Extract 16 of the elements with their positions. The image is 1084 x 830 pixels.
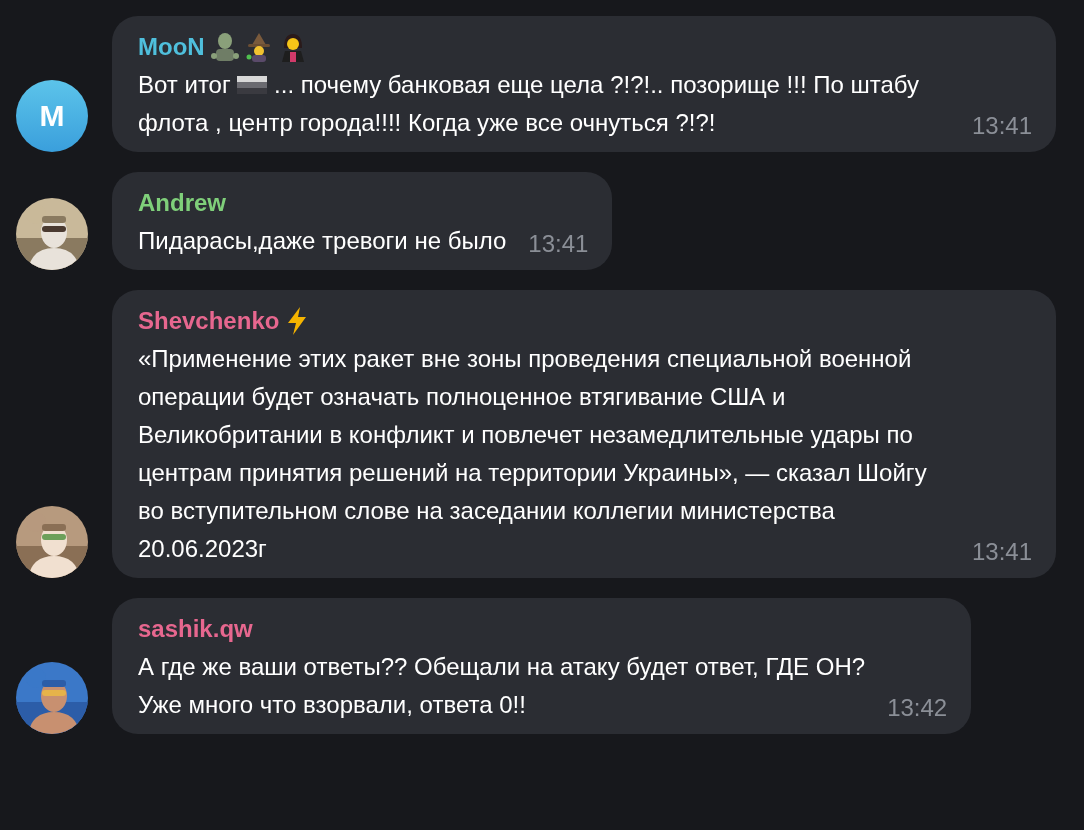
avatar[interactable]: M	[16, 80, 88, 152]
message-text: Пидарасы,даже тревоги не было	[138, 226, 507, 256]
flag-icon	[237, 75, 268, 95]
message-text: Вот итог ... почему банковая еще цела ?!?!.. позорище !!! По штабу флота , центр города!!!! Когда уже все очнуться ?!?!	[138, 70, 921, 138]
sender-name[interactable]: MooN	[138, 33, 205, 61]
message-time: 13:42	[887, 693, 948, 723]
message-time: 13:41	[971, 537, 1032, 567]
message-text: А где же ваши ответы?? Обещали на атаку будет ответ, ГДЕ ОН? Уже много что взорвали, ответа 0!!	[138, 652, 866, 720]
sender-name[interactable]: Andrew	[138, 189, 226, 217]
wizard-figure-icon	[244, 32, 273, 62]
message-text: «Применение этих ракет вне зоны проведения специальной военной операции будет означать полноценное втягивание США и Великобритании в конфликт и повлечет незамедлительные удары по центрам принятия решений на территории Украины», — сказал Шойгу во вступительном слове на заседании коллегии министерства 20.06.2023г	[138, 344, 928, 564]
message-time: 13:41	[528, 229, 589, 259]
sender-name[interactable]: Shevchenko	[138, 307, 280, 335]
sender-name[interactable]: sashik.qw	[138, 615, 253, 643]
zombie-figure-icon	[210, 32, 239, 62]
message-time: 13:41	[971, 111, 1032, 141]
